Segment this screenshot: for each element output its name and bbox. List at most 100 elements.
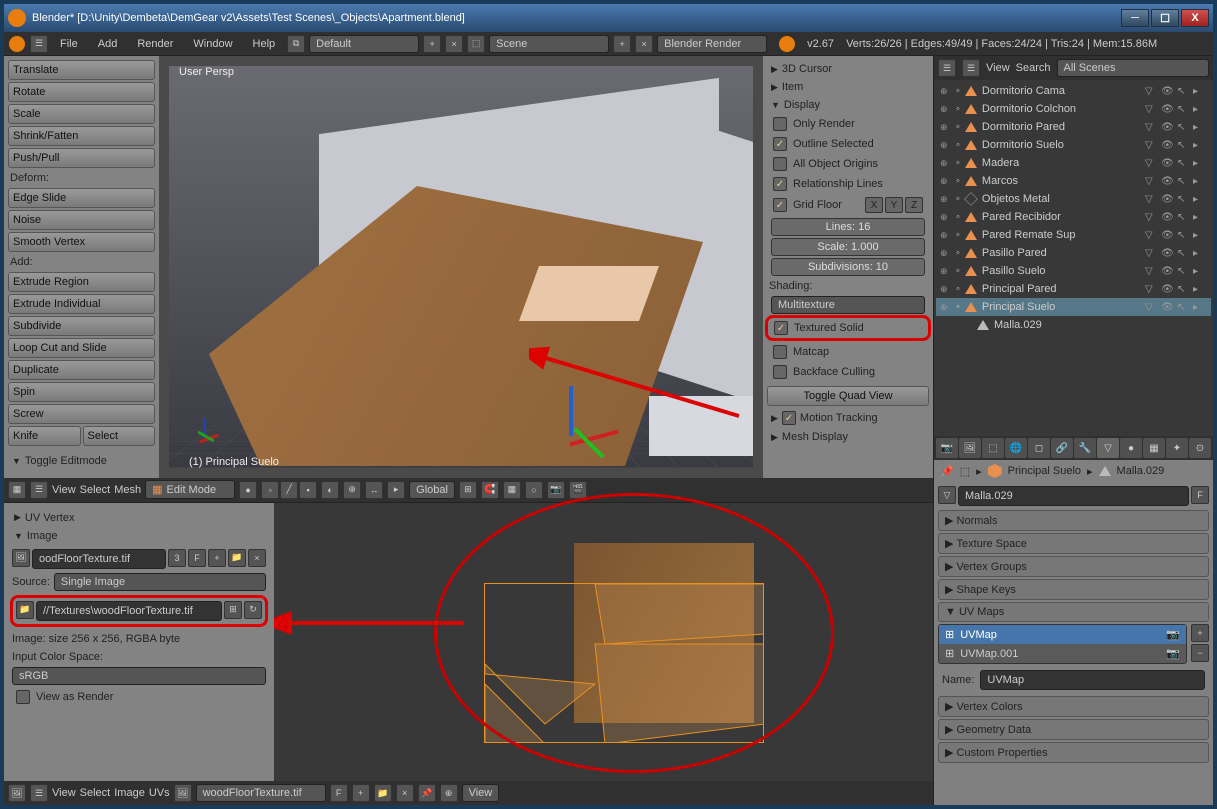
panel-item[interactable]: ▶Item — [767, 78, 929, 96]
panel-vertexcolors[interactable]: ▶ Vertex Colors — [938, 696, 1209, 717]
outliner-item[interactable]: ⊕◦Pasillo Pared▽👁↖▸ — [936, 244, 1211, 262]
tool-rotate[interactable]: Rotate — [8, 82, 155, 102]
uv-image-browse-icon[interactable]: 🖼 — [174, 784, 192, 802]
render-engine-dropdown[interactable]: Blender Render — [657, 35, 767, 53]
snap-icon[interactable]: 🧲 — [481, 481, 499, 499]
outliner-item[interactable]: ⊕◦Pared Recibidor▽👁↖▸ — [936, 208, 1211, 226]
check-origins[interactable] — [773, 157, 787, 171]
uv-viewport[interactable] — [274, 503, 933, 781]
grid-subdiv-field[interactable]: Subdivisions: 10 — [771, 258, 925, 276]
outliner-item[interactable]: ⊕◦Madera▽👁↖▸ — [936, 154, 1211, 172]
tool-screw[interactable]: Screw — [8, 404, 155, 424]
select-vertex-icon[interactable]: ▫ — [261, 481, 279, 499]
shading-mode-dropdown[interactable]: Multitexture — [771, 296, 925, 314]
outliner-item[interactable]: ⊕◦Marcos▽👁↖▸ — [936, 172, 1211, 190]
tab-render-icon[interactable]: 📷 — [936, 438, 958, 458]
image-users[interactable]: 3 — [168, 549, 186, 567]
select-edge-icon[interactable]: ╱ — [280, 481, 298, 499]
tool-knife[interactable]: Knife — [8, 426, 81, 446]
tab-world-icon[interactable]: 🌐 — [1005, 438, 1027, 458]
uv-collapse-icon[interactable]: ☰ — [30, 784, 48, 802]
pivot-icon[interactable]: ⊕ — [343, 481, 361, 499]
uv-view-mode[interactable]: View — [462, 784, 500, 802]
panel-geometrydata[interactable]: ▶ Geometry Data — [938, 719, 1209, 740]
manipulator-translate-icon[interactable]: ▸ — [387, 481, 405, 499]
panel-motiontrack[interactable]: ▶✓Motion Tracking — [767, 408, 929, 428]
outliner-item[interactable]: ⊕◦Principal Suelo▽👁↖▸ — [936, 298, 1211, 316]
delete-scene-button[interactable]: × — [635, 35, 653, 53]
image-new-icon[interactable]: + — [208, 549, 226, 567]
panel-normals[interactable]: ▶ Normals — [938, 510, 1209, 531]
tab-particles-icon[interactable]: ✦ — [1166, 438, 1188, 458]
uv-menu-image[interactable]: Image — [114, 787, 145, 799]
tool-scale[interactable]: Scale — [8, 104, 155, 124]
manipulator-icon[interactable]: ↔ — [365, 481, 383, 499]
tool-translate[interactable]: Translate — [8, 60, 155, 80]
tab-physics-icon[interactable]: ⊙ — [1189, 438, 1211, 458]
toggle-editmode-header[interactable]: ▼Toggle Editmode — [8, 452, 155, 470]
3d-viewport[interactable]: User Persp (1) Principal Suelo — [159, 56, 763, 478]
check-backface[interactable] — [773, 365, 787, 379]
image-name-field[interactable]: oodFloorTexture.tif — [32, 549, 166, 569]
tool-pushpull[interactable]: Push/Pull — [8, 148, 155, 168]
uvmap-item-0[interactable]: ⊞UVMap📷 — [939, 625, 1186, 644]
check-relationship[interactable]: ✓ — [773, 177, 787, 191]
maximize-button[interactable]: ☐ — [1151, 9, 1179, 27]
uvmap-name-field[interactable]: UVMap — [980, 670, 1205, 690]
outliner-scope-dropdown[interactable]: All Scenes — [1057, 59, 1209, 77]
axis-x-button[interactable]: X — [865, 197, 883, 213]
layer-icon[interactable]: ⊞ — [459, 481, 477, 499]
check-gridfloor[interactable]: ✓ — [773, 198, 787, 212]
check-texturedsolid[interactable]: ✓ — [774, 321, 788, 335]
check-matcap[interactable] — [773, 345, 787, 359]
tool-noise[interactable]: Noise — [8, 210, 155, 230]
minimize-button[interactable]: ─ — [1121, 9, 1149, 27]
axis-y-button[interactable]: Y — [885, 197, 903, 213]
panel-uvmaps[interactable]: ▼ UV Maps — [938, 602, 1209, 622]
view3d-menu-mesh[interactable]: Mesh — [114, 484, 141, 496]
pin-icon[interactable]: 📌 — [940, 465, 954, 478]
collapse-menus-icon[interactable]: ☰ — [30, 35, 48, 53]
image-unlink-icon[interactable]: × — [248, 549, 266, 567]
snap-type-icon[interactable]: ▦ — [503, 481, 521, 499]
menu-help[interactable]: Help — [245, 36, 284, 52]
filepath-pack-icon[interactable]: ⊞ — [224, 601, 242, 619]
view3d-menu-view[interactable]: View — [52, 484, 76, 496]
uv-open-icon[interactable]: 📁 — [374, 784, 392, 802]
panel-shapekeys[interactable]: ▶ Shape Keys — [938, 579, 1209, 600]
check-onlyrender[interactable] — [773, 117, 787, 131]
limit-selection-icon[interactable]: ◐ — [321, 481, 339, 499]
outliner-item[interactable]: ⊕◦Dormitorio Cama▽👁↖▸ — [936, 82, 1211, 100]
outliner-menu-view[interactable]: View — [986, 62, 1010, 74]
add-scene-button[interactable]: + — [613, 35, 631, 53]
close-button[interactable]: X — [1181, 9, 1209, 27]
editor-type-outliner-icon[interactable]: ☰ — [938, 59, 956, 77]
orientation-dropdown[interactable]: Global — [409, 481, 455, 499]
filepath-browse-icon[interactable]: 📁 — [16, 601, 34, 619]
panel-meshdisplay[interactable]: ▶Mesh Display — [767, 428, 929, 446]
outliner-item[interactable]: ⊕◦Dormitorio Pared▽👁↖▸ — [936, 118, 1211, 136]
mesh-fake[interactable]: F — [1191, 486, 1209, 504]
outliner-child-item[interactable]: Malla.029 — [936, 316, 1211, 334]
panel-customprops[interactable]: ▶ Custom Properties — [938, 742, 1209, 763]
uvmap-remove-button[interactable]: − — [1191, 644, 1209, 662]
uv-unlink-icon[interactable]: × — [396, 784, 414, 802]
tool-extrude-region[interactable]: Extrude Region — [8, 272, 155, 292]
uv-pin-icon[interactable]: 📌 — [418, 784, 436, 802]
uv-menu-view[interactable]: View — [52, 787, 76, 799]
delete-layout-button[interactable]: × — [445, 35, 463, 53]
grid-lines-field[interactable]: Lines: 16 — [771, 218, 925, 236]
menu-add[interactable]: Add — [90, 36, 126, 52]
add-layout-button[interactable]: + — [423, 35, 441, 53]
tab-texture-icon[interactable]: ▦ — [1143, 438, 1165, 458]
editor-type-uv-icon[interactable]: 🖼 — [8, 784, 26, 802]
panel-3dcursor[interactable]: ▶3D Cursor — [767, 60, 929, 78]
tool-edgeslide[interactable]: Edge Slide — [8, 188, 155, 208]
filepath-reload-icon[interactable]: ↻ — [244, 601, 262, 619]
check-outline[interactable]: ✓ — [773, 137, 787, 151]
editor-type-3dview-icon[interactable]: ▦ — [8, 481, 26, 499]
render-anim-icon[interactable]: 🎬 — [569, 481, 587, 499]
menu-file[interactable]: File — [52, 36, 86, 52]
outliner-collapse-icon[interactable]: ☰ — [962, 59, 980, 77]
screen-layout-dropdown[interactable]: Default — [309, 35, 419, 53]
